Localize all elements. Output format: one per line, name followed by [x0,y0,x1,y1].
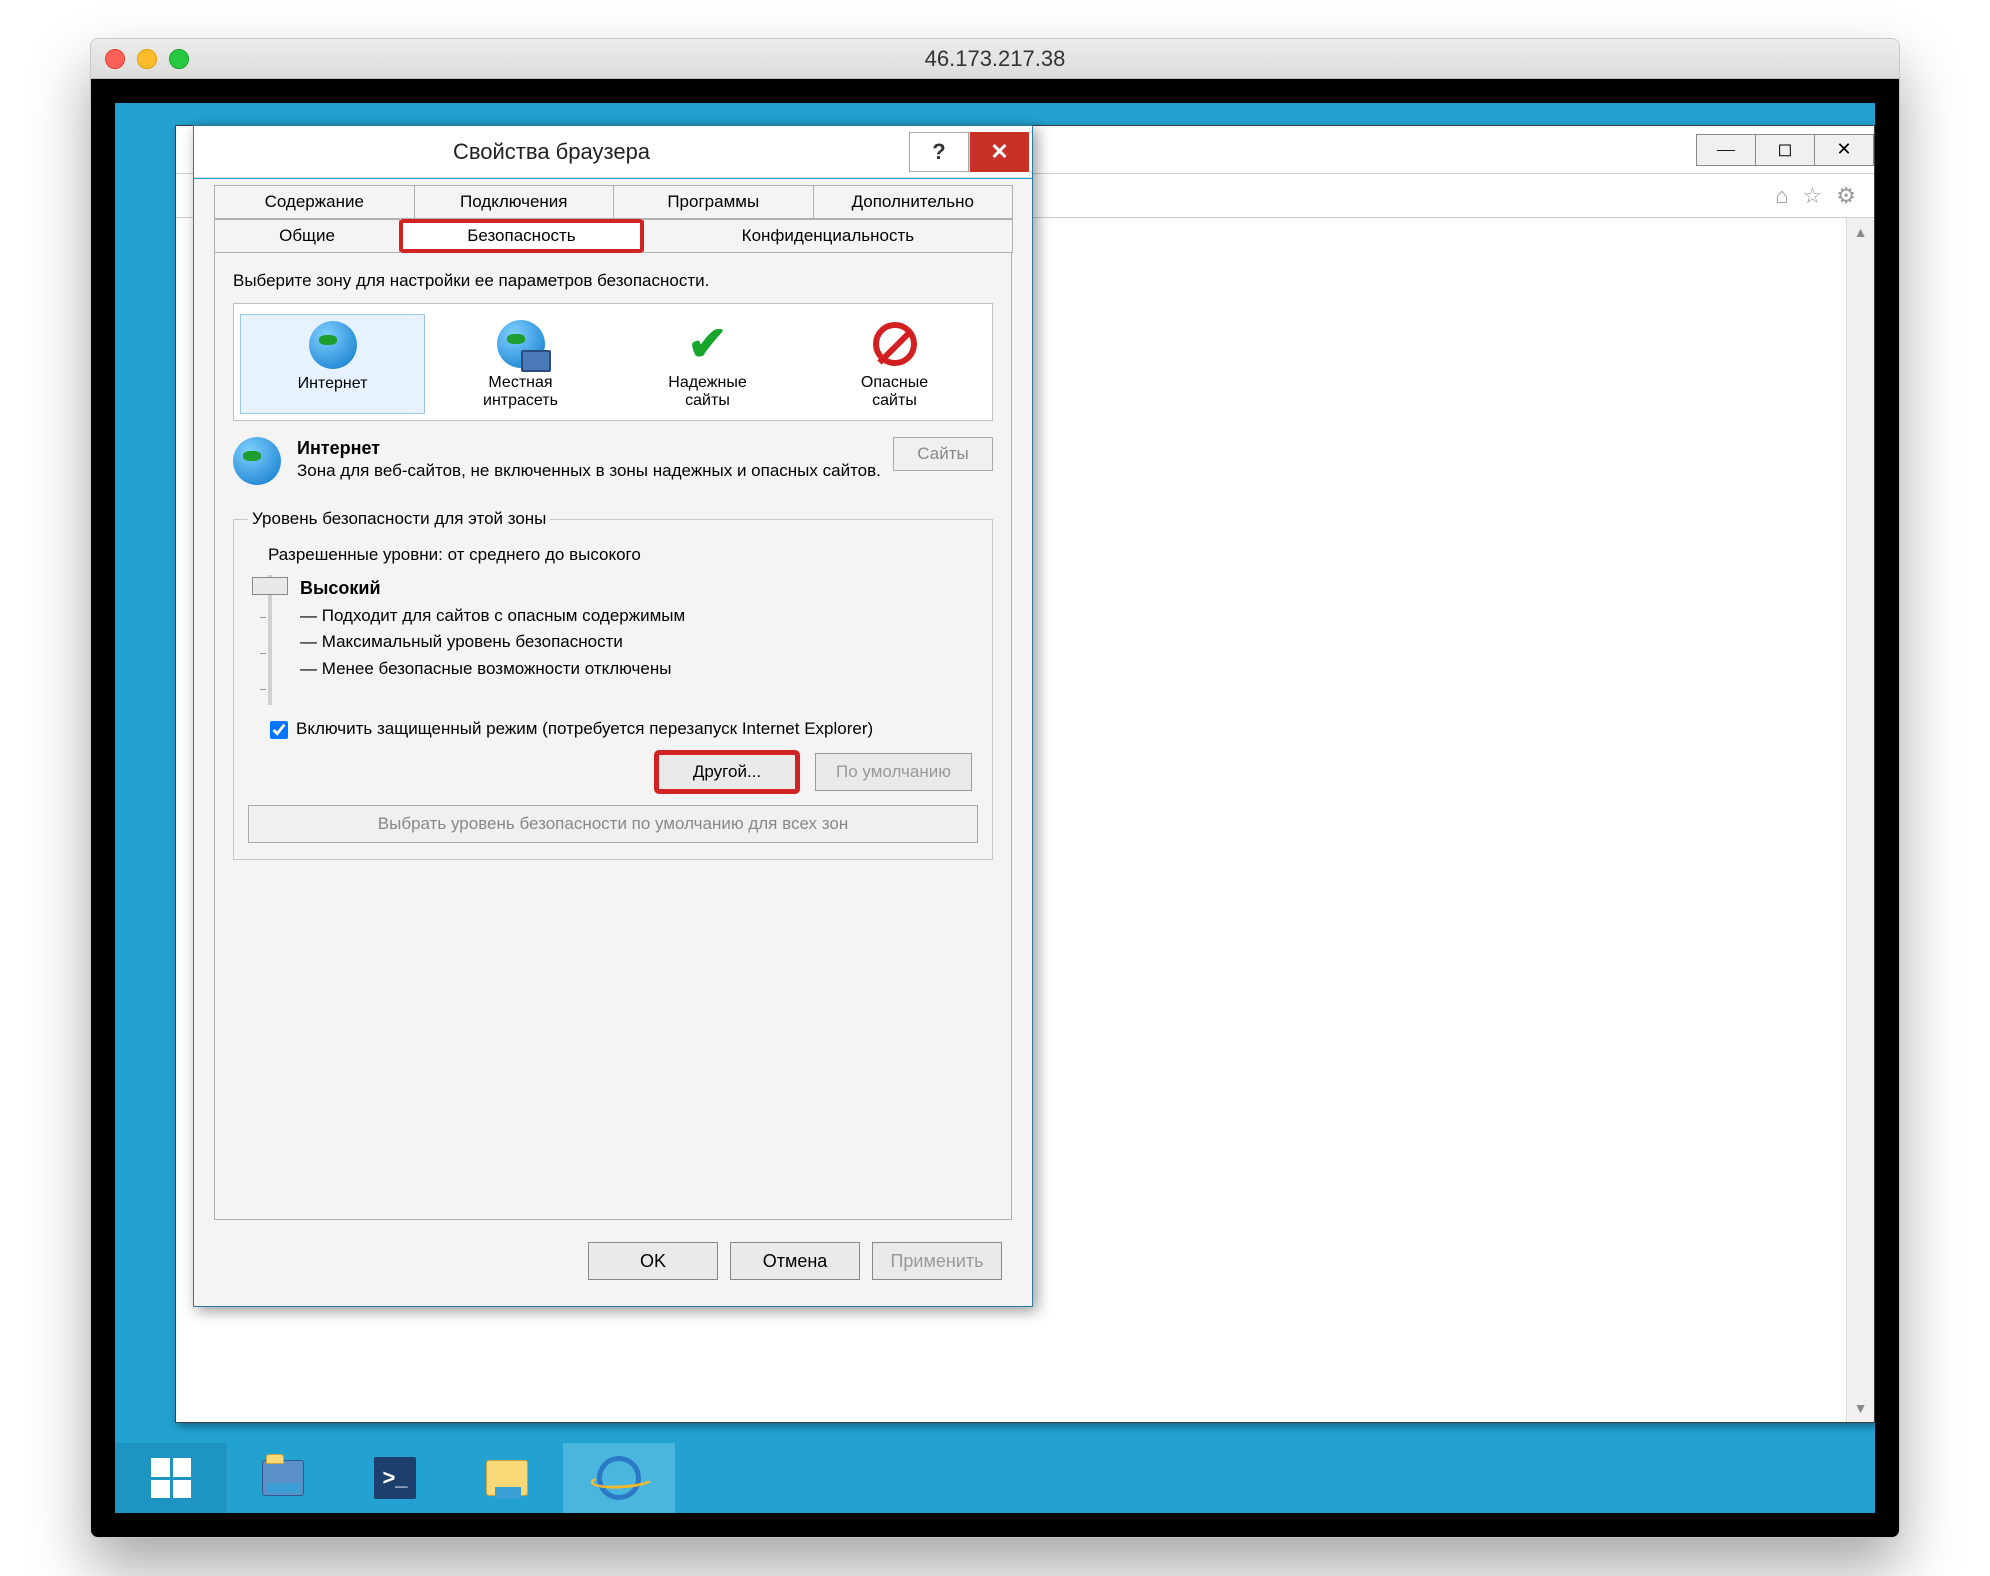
custom-level-button[interactable]: Другой... [657,753,797,791]
security-level-fieldset: Уровень безопасности для этой зоны Разре… [233,509,993,860]
tab-connections[interactable]: Подключения [414,185,615,219]
checkmark-icon: ✔ [687,316,727,372]
tab-content[interactable]: Содержание [214,185,415,219]
start-button[interactable] [115,1443,227,1513]
server-manager-icon [262,1460,304,1496]
mac-window-title: 46.173.217.38 [91,46,1899,72]
remote-desktop: — ◻ ✕ ной... ✕ ⌂ ☆ ⚙ [91,79,1899,1537]
tools-icon[interactable]: ⚙ [1836,183,1856,209]
default-level-button[interactable]: По умолчанию [815,753,972,791]
protected-mode-checkbox[interactable]: Включить защищенный режим (потребуется п… [270,719,978,739]
close-button[interactable]: ✕ [1814,134,1874,166]
folder-icon [486,1460,528,1496]
globe-icon [233,437,281,485]
zone-restricted-sites[interactable]: Опасные сайты [803,314,986,414]
minimize-button[interactable]: — [1696,134,1756,166]
dialog-footer: OK Отмена Применить [214,1220,1012,1290]
zone-local-intranet[interactable]: Местная интрасеть [429,314,612,414]
scroll-up-icon[interactable]: ▲ [1847,218,1874,246]
tab-advanced[interactable]: Дополнительно [813,185,1014,219]
maximize-button[interactable]: ◻ [1755,134,1815,166]
tab-programs[interactable]: Программы [613,185,814,219]
cancel-button[interactable]: Отмена [730,1242,860,1280]
scroll-down-icon[interactable]: ▼ [1847,1394,1874,1422]
ok-button[interactable]: OK [588,1242,718,1280]
protected-mode-input[interactable] [270,721,288,739]
zone-name: Интернет [297,438,380,458]
zone-internet[interactable]: Интернет [240,314,425,414]
fieldset-legend: Уровень безопасности для этой зоны [248,509,550,529]
windows-logo-icon [151,1458,191,1498]
dialog-close-button[interactable]: ✕ [969,132,1029,172]
security-tab-content: Выберите зону для настройки ее параметро… [214,253,1012,1220]
dialog-titlebar[interactable]: Свойства браузера ? ✕ [194,126,1032,178]
scrollbar[interactable]: ▲ ▼ [1846,218,1874,1422]
dialog-help-button[interactable]: ? [909,132,969,172]
taskbar-powershell[interactable]: >_ [339,1443,451,1513]
taskbar-file-explorer[interactable] [451,1443,563,1513]
zones-list: Интернет Местная интрасеть ✔ Надежные са… [233,303,993,421]
favorites-icon[interactable]: ☆ [1803,183,1823,209]
taskbar-internet-explorer[interactable] [563,1443,675,1513]
security-slider[interactable] [258,575,282,705]
slider-thumb-icon[interactable] [252,577,288,595]
allowed-levels: Разрешенные уровни: от среднего до высок… [268,545,978,565]
globe-icon [309,321,357,369]
internet-options-dialog: Свойства браузера ? ✕ Содержание Подключ… [193,125,1033,1307]
tab-privacy[interactable]: Конфиденциальность [643,219,1013,253]
dialog-title: Свойства браузера [194,139,909,165]
mac-window: 46.173.217.38 — ◻ ✕ ной... ✕ [90,38,1900,1538]
tabs-row-1: Содержание Подключения Программы Дополни… [214,185,1012,219]
blocked-icon [873,322,917,366]
taskbar-server-manager[interactable] [227,1443,339,1513]
mac-titlebar[interactable]: 46.173.217.38 [91,39,1899,79]
level-name: Высокий [300,578,381,598]
home-icon[interactable]: ⌂ [1775,183,1788,209]
tabs-row-2: Общие Безопасность Конфиденциальность [214,219,1012,253]
ie-icon [593,1452,645,1504]
zone-trusted-sites[interactable]: ✔ Надежные сайты [616,314,799,414]
apply-button[interactable]: Применить [872,1242,1002,1280]
sites-button[interactable]: Сайты [893,437,993,471]
reset-all-zones-button[interactable]: Выбрать уровень безопасности по умолчани… [248,805,978,843]
powershell-icon: >_ [374,1457,416,1499]
intranet-icon [497,320,545,368]
taskbar: >_ [115,1443,1875,1513]
zone-instruction: Выберите зону для настройки ее параметро… [233,271,993,291]
tab-general[interactable]: Общие [214,219,400,253]
tab-security[interactable]: Безопасность [399,219,644,253]
zone-description: Зона для веб-сайтов, не включенных в зон… [297,461,881,480]
windows-desktop: — ◻ ✕ ной... ✕ ⌂ ☆ ⚙ [115,103,1875,1513]
